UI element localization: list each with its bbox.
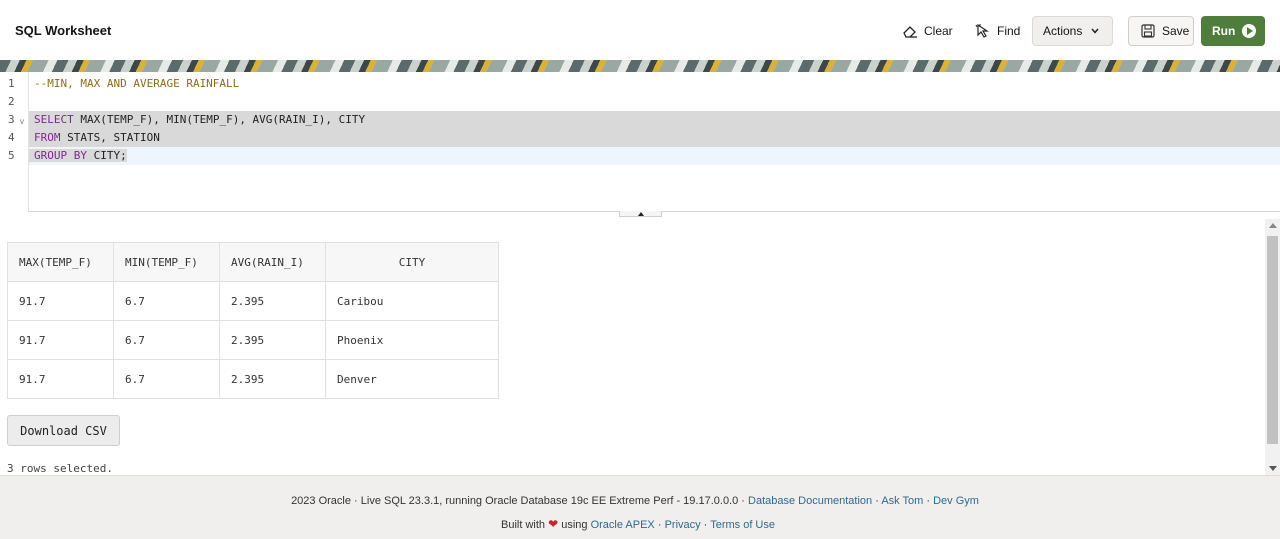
table-cell: 2.395 (219, 359, 326, 399)
line-number: 3 (8, 113, 15, 126)
save-icon (1141, 24, 1155, 38)
find-label: Find (997, 24, 1021, 38)
footer-version-text: 2023 Oracle · Live SQL 23.3.1, running O… (291, 495, 749, 507)
actions-menu-button[interactable]: Actions (1032, 16, 1113, 46)
table-cell: 91.7 (7, 281, 114, 321)
using-text: using (561, 519, 588, 531)
column-header: CITY (325, 242, 499, 282)
keyword: FROM (34, 131, 61, 144)
line-number: 1 (8, 77, 15, 90)
table-cell: 2.395 (219, 281, 326, 321)
download-csv-button[interactable]: Download CSV (7, 415, 120, 446)
actions-label: Actions (1043, 24, 1083, 38)
keyword: SELECT (34, 113, 74, 126)
footer-separator: · (923, 495, 934, 507)
line-number-gutter: 1 2 3 v 4 5 (0, 72, 29, 212)
play-icon (1242, 24, 1257, 38)
results-table: MAX(TEMP_F) MIN(TEMP_F) AVG(RAIN_I) CITY… (7, 242, 499, 399)
code-line: FROM STATS, STATION (29, 129, 1280, 147)
find-cursor-icon (975, 23, 989, 38)
dev-gym-link[interactable]: Dev Gym (933, 495, 979, 507)
table-cell: 2.395 (219, 320, 326, 360)
scroll-up-icon[interactable] (1269, 223, 1277, 228)
footer-separator: · (700, 519, 711, 531)
scrollbar-thumb[interactable] (1267, 236, 1278, 444)
table-row: 91.7 6.7 2.395 Caribou (7, 281, 499, 321)
table-cell: 91.7 (7, 359, 114, 399)
footer-separator: · (872, 495, 882, 507)
table-cell: 91.7 (7, 320, 114, 360)
column-header: MIN(TEMP_F) (113, 242, 220, 282)
results-pane: MAX(TEMP_F) MIN(TEMP_F) AVG(RAIN_I) CITY… (0, 219, 1265, 475)
decorative-banner (0, 60, 1280, 72)
fold-chevron-icon[interactable]: v (20, 117, 24, 126)
terms-of-use-link[interactable]: Terms of Use (710, 519, 775, 531)
table-cell: Phoenix (325, 320, 499, 360)
code-line: --MIN, MAX AND AVERAGE RAINFALL (29, 75, 1280, 93)
footer-line-2: Built with ❤ using Oracle APEX · Privacy… (0, 517, 1276, 531)
code-line: SELECT MAX(TEMP_F), MIN(TEMP_F), AVG(RAI… (29, 111, 1280, 129)
code-text: CITY; (86, 149, 127, 162)
page-footer: 2023 Oracle · Live SQL 23.3.1, running O… (0, 475, 1280, 539)
privacy-link[interactable]: Privacy (665, 519, 701, 531)
table-cell: 6.7 (113, 281, 220, 321)
clear-label: Clear (924, 24, 953, 38)
heart-icon: ❤ (548, 517, 559, 531)
line-number: 4 (8, 131, 15, 144)
table-cell: Denver (325, 359, 499, 399)
comment-text: --MIN, MAX AND AVERAGE RAINFALL (34, 77, 240, 90)
run-button[interactable]: Run (1201, 16, 1265, 46)
line-number: 2 (8, 95, 15, 108)
rows-selected-status: 3 rows selected. (7, 462, 113, 475)
sql-editor[interactable]: 1 2 3 v 4 5 --MIN, MAX AND AVERAGE RAINF… (0, 72, 1280, 212)
page-title: SQL Worksheet (15, 23, 112, 38)
oracle-apex-link[interactable]: Oracle APEX (591, 519, 655, 531)
code-area[interactable]: --MIN, MAX AND AVERAGE RAINFALL SELECT M… (29, 72, 1280, 212)
ask-tom-link[interactable]: Ask Tom (881, 495, 923, 507)
app-header: SQL Worksheet Clear Find Actions Save Ru… (0, 0, 1280, 60)
save-label: Save (1162, 24, 1190, 38)
code-text: MAX(TEMP_F), MIN(TEMP_F), AVG(RAIN_I), C… (73, 113, 366, 126)
find-button[interactable]: Find (975, 16, 1020, 46)
results-scrollbar[interactable] (1265, 219, 1280, 475)
footer-line-1: 2023 Oracle · Live SQL 23.3.1, running O… (0, 495, 1270, 507)
clear-button[interactable]: Clear (902, 16, 953, 46)
code-line (29, 93, 1280, 111)
table-header-row: MAX(TEMP_F) MIN(TEMP_F) AVG(RAIN_I) CITY (7, 242, 499, 282)
keyword: GROUP BY (29, 149, 87, 162)
column-header: MAX(TEMP_F) (7, 242, 114, 282)
table-cell: 6.7 (113, 359, 220, 399)
table-cell: 6.7 (113, 320, 220, 360)
column-header: AVG(RAIN_I) (219, 242, 326, 282)
save-button[interactable]: Save (1128, 16, 1194, 46)
built-with-text: Built with (501, 519, 546, 531)
code-line: GROUP BY CITY; (29, 147, 1280, 165)
table-row: 91.7 6.7 2.395 Denver (7, 359, 499, 399)
chevron-down-icon (1091, 28, 1099, 34)
pane-splitter[interactable] (0, 211, 1280, 219)
run-label: Run (1212, 24, 1236, 38)
eraser-icon (903, 26, 917, 38)
line-number: 5 (8, 149, 15, 162)
footer-separator: · (654, 519, 665, 531)
code-text: STATS, STATION (60, 131, 160, 144)
table-cell: Caribou (325, 281, 499, 321)
collapse-arrow-icon[interactable] (619, 211, 662, 217)
database-documentation-link[interactable]: Database Documentation (748, 495, 872, 507)
table-row: 91.7 6.7 2.395 Phoenix (7, 320, 499, 360)
scroll-down-icon[interactable] (1269, 466, 1277, 471)
